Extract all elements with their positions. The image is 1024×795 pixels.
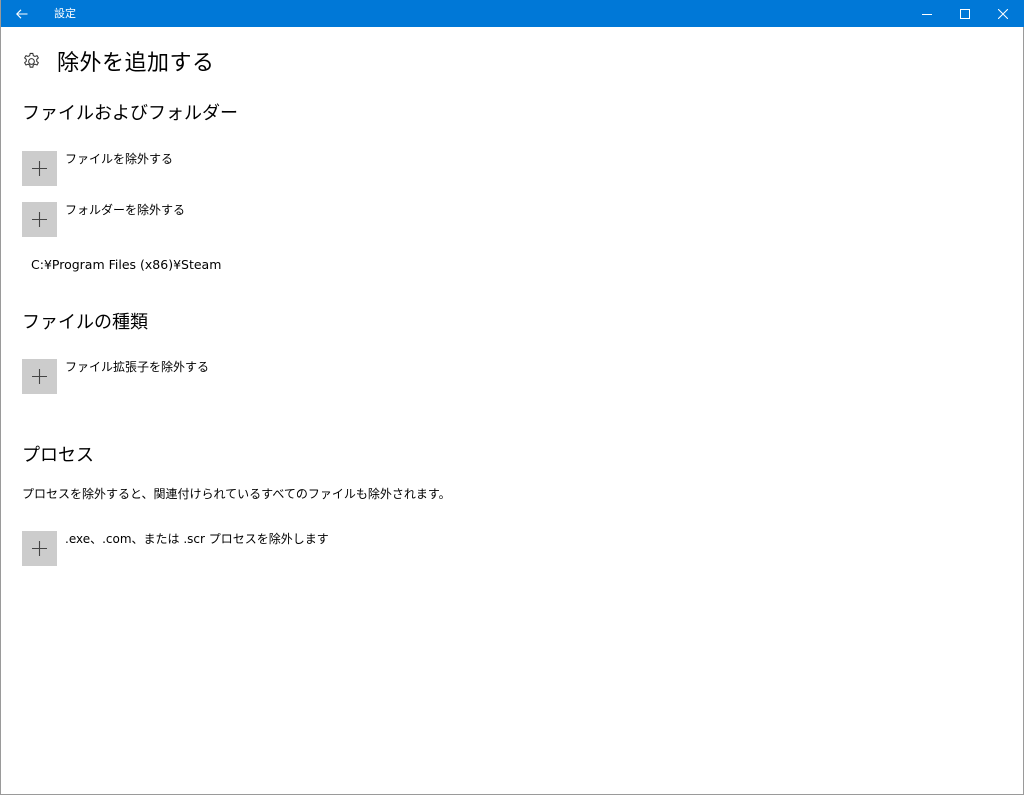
title-bar: 設定 (1, 0, 1024, 27)
add-extension-label[interactable]: ファイル拡張子を除外する (65, 359, 209, 375)
add-file-label[interactable]: ファイルを除外する (65, 151, 173, 167)
close-icon (998, 8, 1008, 19)
add-file-button[interactable] (22, 151, 57, 186)
files-folders-heading: ファイルおよびフォルダー (22, 103, 238, 124)
file-types-heading: ファイルの種類 (22, 312, 148, 333)
add-folder-button[interactable] (22, 202, 57, 237)
processes-description: プロセスを除外すると、関連付けられているすべてのファイルも除外されます。 (22, 487, 451, 501)
processes-heading: プロセス (22, 445, 94, 466)
gear-icon (21, 51, 41, 71)
add-folder-label[interactable]: フォルダーを除外する (65, 202, 185, 218)
close-button[interactable] (981, 0, 1024, 27)
add-process-button[interactable] (22, 531, 57, 566)
excluded-folder-item[interactable]: C:¥Program Files (x86)¥Steam (31, 256, 221, 274)
plus-icon (32, 212, 47, 227)
back-arrow-icon (16, 8, 28, 19)
add-process-label[interactable]: .exe、.com、または .scr プロセスを除外します (65, 531, 329, 547)
add-extension-button[interactable] (22, 359, 57, 394)
settings-window: 設定 除外を追加する ファイルおよびフォルダー ファイルを除外する フォルダーを… (0, 0, 1024, 795)
page-header: 除外を追加する (21, 46, 215, 76)
page-title: 除外を追加する (57, 51, 215, 76)
plus-icon (32, 161, 47, 176)
maximize-icon (960, 8, 970, 19)
plus-icon (32, 541, 47, 556)
window-title: 設定 (54, 7, 76, 20)
back-button[interactable] (1, 0, 43, 27)
plus-icon (32, 369, 47, 384)
minimize-icon (922, 13, 932, 15)
